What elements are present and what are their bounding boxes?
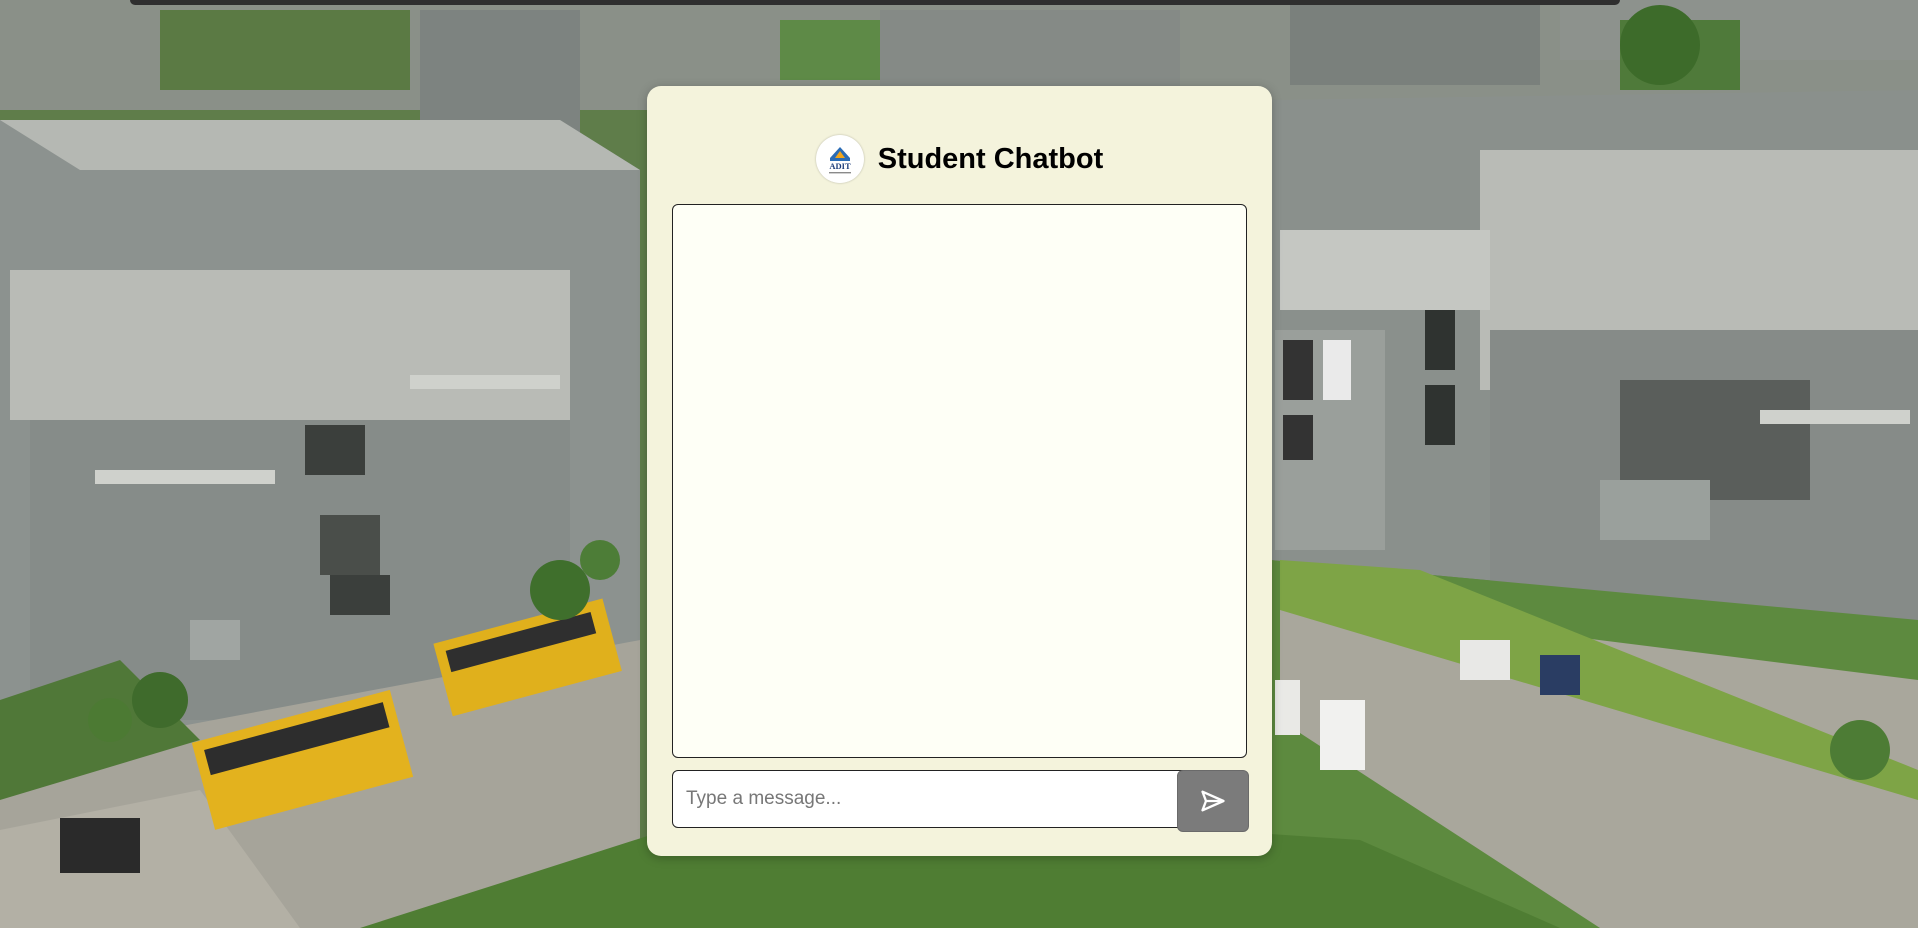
college-logo: ADIT	[815, 135, 864, 183]
chatbot-panel: ADIT Student Chatbot	[647, 86, 1272, 856]
send-button[interactable]	[1177, 770, 1249, 832]
send-icon	[1201, 790, 1225, 812]
chat-header: ADIT Student Chatbot	[647, 134, 1272, 184]
chatbot-page: ADIT Student Chatbot	[0, 0, 1918, 928]
chat-messages-area[interactable]	[672, 204, 1247, 758]
message-input[interactable]	[672, 770, 1213, 828]
svg-text:ADIT: ADIT	[829, 161, 851, 171]
adit-logo-icon: ADIT	[819, 139, 860, 179]
browser-top-edge	[130, 0, 1620, 5]
page-title: Student Chatbot	[877, 142, 1104, 175]
